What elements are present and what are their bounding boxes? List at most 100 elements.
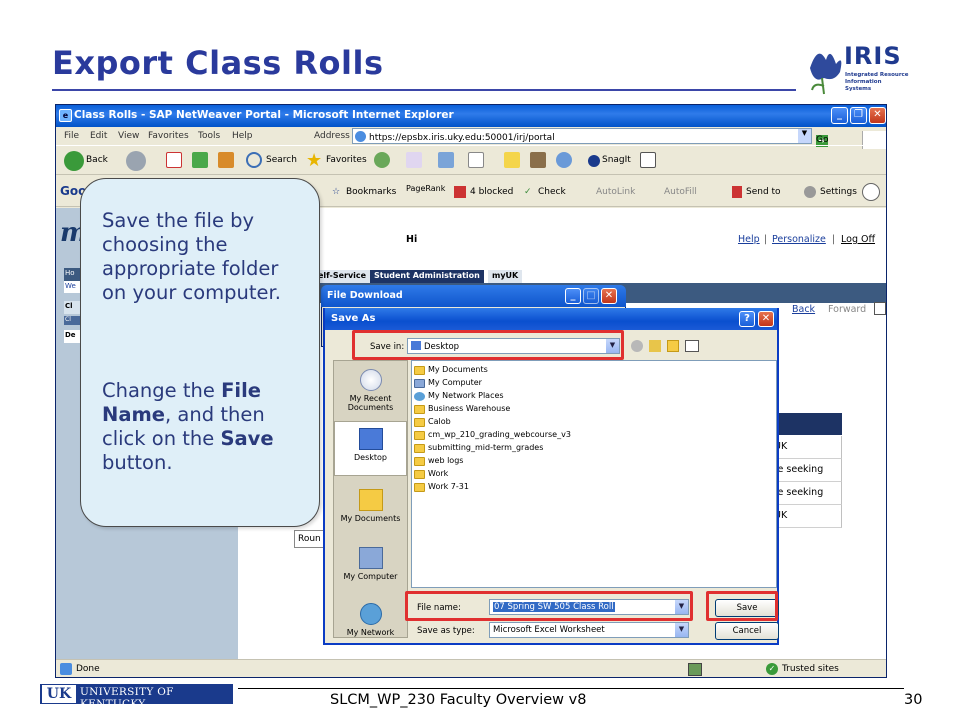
save-as-type-dropdown[interactable]: Microsoft Excel Worksheet ▼ [489,622,689,638]
blocked-count[interactable]: 4 blocked [470,187,513,197]
callout-bold-save: Save [220,427,274,450]
history-icon[interactable] [374,152,390,168]
stop-icon[interactable] [166,152,182,168]
place-recent-documents[interactable]: My Recent Documents [334,363,407,418]
place-desktop[interactable]: Desktop [334,421,407,476]
left-tab-home[interactable]: Ho [64,268,80,281]
snagit-capture-icon[interactable] [640,152,656,168]
save-in-highlight [352,330,624,360]
round-field[interactable]: Roun [294,530,324,548]
file-item[interactable]: Work [414,469,448,481]
save-button-highlight [706,591,778,621]
cancel-button[interactable]: Cancel [715,622,779,640]
menu-view[interactable]: View [118,131,139,141]
portal-forward-link[interactable]: Forward [828,304,866,315]
back-arrow-icon[interactable] [64,151,84,171]
forward-arrow-icon[interactable] [126,151,146,171]
left-tab-class[interactable]: Cl [64,301,80,314]
address-bar[interactable]: https://epsbx.iris.uky.edu:50001/irj/por… [352,128,812,144]
file-item[interactable]: Business Warehouse [414,404,510,416]
places-bar: My Recent Documents Desktop My Documents… [333,360,408,638]
search-label[interactable]: Search [266,155,297,165]
back-label[interactable]: Back [86,155,108,165]
file-item[interactable]: submitting_mid-term_grades [414,443,543,455]
file-item[interactable]: Work 7-31 [414,482,469,494]
maximize-button[interactable]: ❐ [850,107,867,124]
chevron-down-icon[interactable]: ▼ [798,129,811,143]
page-menu-icon[interactable] [874,302,886,315]
file-item[interactable]: web logs [414,456,463,468]
portal-back-link[interactable]: Back [792,304,815,315]
personalize-link[interactable]: Personalize [772,234,826,245]
left-tab-detail[interactable]: De [64,330,80,343]
page-done-icon [60,663,72,675]
save-as-close-button[interactable]: ✕ [758,311,774,327]
menubar: File Edit View Favorites Tools Help Addr… [56,127,886,149]
minimize-button[interactable]: _ [831,107,848,124]
place-my-network[interactable]: My Network [334,597,407,652]
ie-statusbar: Done ✓ Trusted sites [56,659,886,677]
ie-icon: e [59,109,72,122]
autolink-button[interactable]: AutoLink [596,187,635,197]
menu-favorites[interactable]: Favorites [148,131,189,141]
close-button[interactable]: ✕ [869,107,886,124]
file-list: My Documents My Computer My Network Plac… [411,360,777,588]
menu-edit[interactable]: Edit [90,131,107,141]
file-item-my-documents[interactable]: My Documents [414,365,488,377]
send-to-button[interactable]: Send to [746,187,781,197]
views-menu-icon[interactable] [685,340,699,352]
refresh-icon[interactable] [192,152,208,168]
tab-myuk[interactable]: myUK [488,270,523,283]
fd-close-button[interactable]: ✕ [601,288,617,304]
menu-file[interactable]: File [64,131,79,141]
file-item-label: My Computer [428,378,482,387]
snagit-icon[interactable] [588,155,600,167]
snagit-label[interactable]: SnagIt [602,155,631,165]
place-my-computer[interactable]: My Computer [334,541,407,596]
left-tab-welcome[interactable]: We [64,281,80,293]
file-download-title: File Download [327,290,403,301]
fd-maximize-button[interactable]: □ [583,288,599,304]
slide: Export Class Rolls IRIS Integrated Resou… [0,0,960,720]
settings-button[interactable]: Settings [820,187,857,197]
autofill-button[interactable]: AutoFill [664,187,697,197]
favorites-label[interactable]: Favorites [326,155,367,165]
callout-paragraph-2: Change the File Name, and then click on … [102,379,307,475]
left-tab-class-2[interactable]: Cl [64,316,80,325]
mail-icon[interactable] [406,152,422,168]
help-link[interactable]: Help [738,234,760,245]
new-folder-icon[interactable] [667,340,679,352]
edit-icon[interactable] [468,152,484,168]
bookmarks-star-icon: ☆ [332,187,341,197]
my-network-icon [359,603,382,625]
spellcheck-icon: ✓ [524,187,532,197]
home-icon[interactable] [218,152,234,168]
file-item-network-places[interactable]: My Network Places [414,391,504,403]
place-my-documents[interactable]: My Documents [334,483,407,538]
tab-student-administration[interactable]: Student Administration [370,270,484,283]
ie-titlebar: e Class Rolls - SAP NetWeaver Portal - M… [56,105,886,127]
help-button[interactable]: ? [739,311,755,327]
check-button[interactable]: Check [538,187,566,197]
up-folder-icon[interactable] [649,340,661,352]
fd-minimize-button[interactable]: _ [565,288,581,304]
bookmarks-button[interactable]: Bookmarks [346,187,396,197]
logoff-link[interactable]: Log Off [841,234,875,245]
folder-icon[interactable] [504,152,520,168]
print-icon[interactable] [438,152,454,168]
tab-self-service[interactable]: elf-Service [314,270,371,283]
search-icon[interactable] [246,152,262,168]
favorites-star-icon[interactable]: ★ [306,150,322,171]
menu-help[interactable]: Help [232,131,253,141]
research-icon[interactable] [530,152,546,168]
menu-tools[interactable]: Tools [198,131,220,141]
pagerank-label[interactable]: PageRank [406,184,445,193]
file-item[interactable]: Calob [414,417,451,429]
file-item[interactable]: cm_wp_210_grading_webcourse_v3 [414,430,571,442]
back-icon[interactable] [631,340,643,352]
capture-icon[interactable] [862,183,880,201]
place-label: My Network [346,628,395,637]
file-item-my-computer[interactable]: My Computer [414,378,482,390]
messenger-icon[interactable] [556,152,572,168]
place-label: My Computer [343,572,398,581]
